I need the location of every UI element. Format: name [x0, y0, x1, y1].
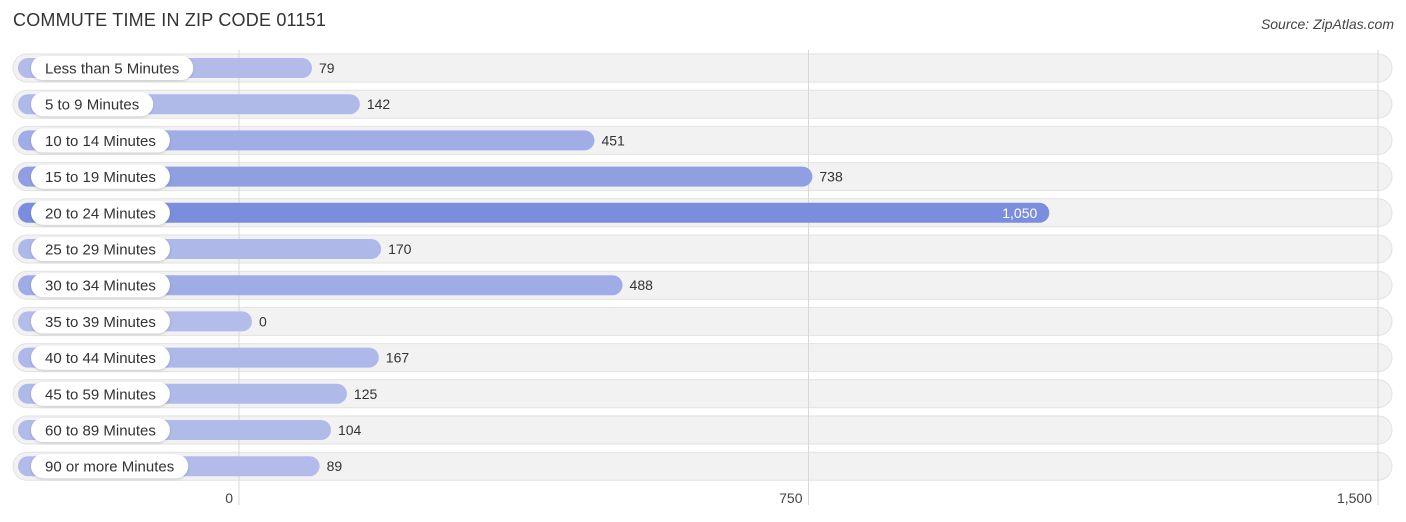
x-tick-label: 0 — [225, 490, 233, 506]
value-label: 738 — [819, 169, 843, 185]
value-label: 125 — [354, 386, 378, 402]
value-label: 167 — [386, 350, 410, 366]
x-tick-label: 1,500 — [1337, 490, 1372, 506]
value-label: 1,050 — [1002, 205, 1037, 221]
category-label: 15 to 19 Minutes — [45, 169, 156, 186]
value-label: 142 — [367, 96, 391, 112]
bar-chart: Less than 5 Minutes 79 5 to 9 Minutes 142 10… — [12, 50, 1393, 506]
category-label: 40 to 44 Minutes — [45, 350, 156, 367]
value-label: 104 — [338, 422, 362, 438]
category-label: 35 to 39 Minutes — [45, 314, 156, 331]
category-label: 20 to 24 Minutes — [45, 205, 156, 222]
bar[interactable] — [18, 202, 1050, 223]
category-label: 45 to 59 Minutes — [45, 386, 156, 403]
category-label: 5 to 9 Minutes — [45, 97, 139, 114]
category-label: Less than 5 Minutes — [45, 61, 179, 78]
value-label: 170 — [388, 241, 412, 257]
value-label: 0 — [259, 313, 267, 329]
value-label: 89 — [327, 458, 343, 474]
category-label: 30 to 34 Minutes — [45, 278, 156, 295]
x-tick-label: 750 — [779, 490, 803, 506]
value-label: 79 — [319, 60, 335, 76]
value-label: 451 — [601, 132, 625, 148]
value-label: 488 — [630, 277, 654, 293]
category-label: 25 to 29 Minutes — [45, 242, 156, 259]
category-label: 10 to 14 Minutes — [45, 133, 156, 150]
category-label: 90 or more Minutes — [45, 459, 174, 476]
category-label: 60 to 89 Minutes — [45, 423, 156, 440]
